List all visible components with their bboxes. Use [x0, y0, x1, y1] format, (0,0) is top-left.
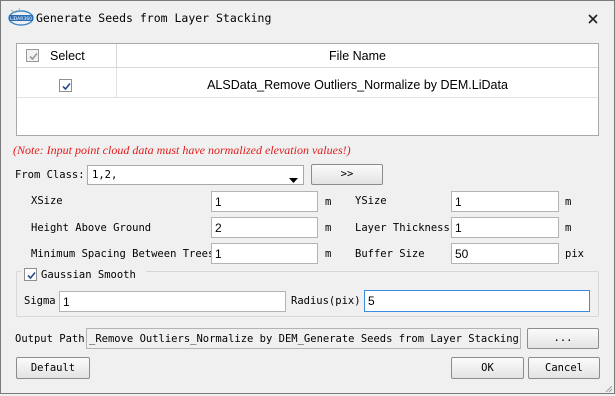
- buffer-size-label: Buffer Size: [355, 248, 425, 260]
- buffer-size-unit: pix: [565, 248, 584, 260]
- file-table: Select File Name ALSData_Remove Outliers…: [16, 43, 599, 136]
- layer-thickness-input[interactable]: 1: [451, 217, 559, 238]
- window-title: Generate Seeds from Layer Stacking: [36, 11, 272, 25]
- cancel-button[interactable]: Cancel: [528, 357, 600, 379]
- buffer-size-input[interactable]: 50: [451, 243, 559, 264]
- height-above-ground-input[interactable]: 2: [211, 217, 318, 238]
- height-above-ground-label: Height Above Ground: [31, 222, 152, 234]
- table-header: Select File Name: [17, 44, 598, 68]
- min-spacing-unit: m: [325, 248, 332, 260]
- from-class-value: 1,2,: [92, 169, 118, 181]
- logo-text: LiDAR360: [10, 16, 32, 22]
- chevron-down-icon: [289, 173, 298, 186]
- select-all-checkbox[interactable]: [26, 49, 39, 62]
- xsize-label: XSize: [31, 195, 63, 207]
- sigma-label: Sigma: [24, 295, 56, 307]
- from-class-select[interactable]: 1,2,: [87, 165, 304, 185]
- min-spacing-input[interactable]: 1: [211, 243, 318, 264]
- output-path-label: Output Path:: [15, 333, 91, 345]
- height-unit: m: [325, 222, 332, 234]
- row-checkbox[interactable]: [59, 79, 72, 92]
- sigma-input[interactable]: 1: [59, 291, 286, 312]
- gaussian-smooth-checkbox[interactable]: [24, 268, 37, 281]
- resize-grip-icon[interactable]: [604, 383, 613, 396]
- close-icon[interactable]: [586, 12, 600, 26]
- default-button[interactable]: Default: [16, 357, 90, 379]
- ok-button[interactable]: OK: [451, 357, 524, 379]
- xsize-unit: m: [325, 196, 332, 208]
- ysize-label: YSize: [355, 195, 387, 207]
- class-picker-button[interactable]: >>: [311, 164, 383, 185]
- gaussian-smooth-label[interactable]: Gaussian Smooth: [41, 269, 136, 281]
- layer-thickness-unit: m: [565, 222, 572, 234]
- ysize-input[interactable]: 1: [451, 191, 559, 212]
- ysize-unit: m: [565, 196, 572, 208]
- radius-label: Radius(pix): [291, 295, 361, 307]
- xsize-input[interactable]: 1: [211, 191, 318, 212]
- note-text: (Note: Input point cloud data must have …: [13, 143, 351, 157]
- min-spacing-label: Minimum Spacing Between Trees: [31, 248, 215, 260]
- radius-input[interactable]: 5: [364, 290, 590, 312]
- browse-button[interactable]: ...: [527, 328, 599, 349]
- table-row-file-name[interactable]: ALSData_Remove Outliers_Normalize by DEM…: [117, 78, 598, 92]
- app-logo-icon: LiDAR360: [6, 6, 36, 28]
- column-header-select[interactable]: Select: [50, 49, 85, 63]
- column-header-file-name[interactable]: File Name: [117, 49, 598, 63]
- row-bottom-line: [17, 97, 598, 98]
- layer-thickness-label: Layer Thickness: [355, 222, 450, 234]
- from-class-label: From Class:: [15, 169, 85, 181]
- output-path-input[interactable]: _Remove Outliers_Normalize by DEM_Genera…: [86, 328, 521, 349]
